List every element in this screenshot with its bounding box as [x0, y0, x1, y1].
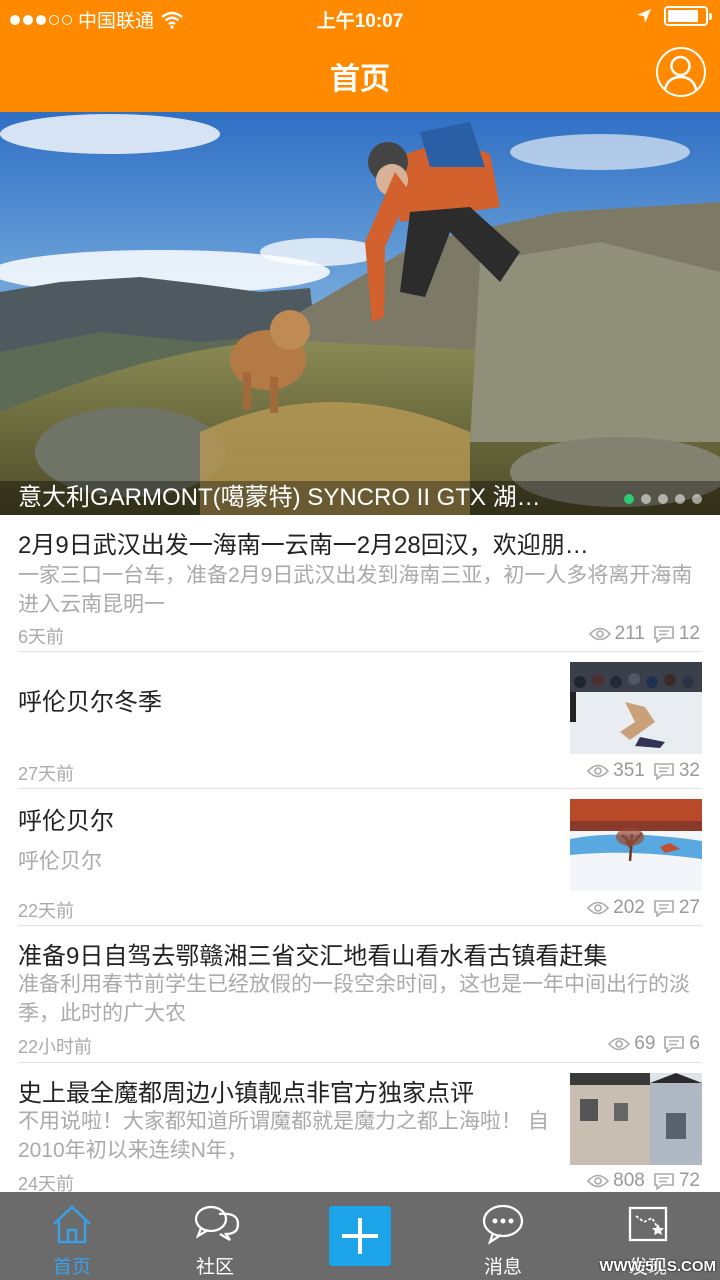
- tab-messages[interactable]: 消息: [453, 1192, 553, 1280]
- post-stats: 69 6: [608, 1033, 700, 1055]
- pager-dot[interactable]: [658, 494, 668, 504]
- view-count: 351: [613, 760, 645, 781]
- post-title: 准备9日自驾去鄂赣湘三省交汇地看山看水看古镇看赶集: [18, 943, 608, 970]
- tab-community-label: 社区: [195, 1257, 234, 1278]
- profile-avatar-button[interactable]: [656, 47, 706, 97]
- list-item[interactable]: 2月9日武汉出发一海南一云南一2月28回汉，欢迎朋… 一家三口一台车，准备2月9…: [18, 515, 702, 652]
- tab-home-label: 首页: [52, 1257, 91, 1278]
- list-item[interactable]: 准备9日自驾去鄂赣湘三省交汇地看山看水看古镇看赶集 准备利用春节前学生已经放假的…: [18, 926, 702, 1063]
- post-stats: 211 12: [588, 623, 700, 645]
- pager-dot[interactable]: [692, 494, 702, 504]
- top-header: 中国联通 上午10:07 首页: [0, 0, 720, 112]
- view-count: 69: [634, 1033, 656, 1054]
- pager-dot[interactable]: [675, 494, 685, 504]
- post-feed[interactable]: 2月9日武汉出发一海南一云南一2月28回汉，欢迎朋… 一家三口一台车，准备2月9…: [0, 515, 720, 1192]
- banner-caption: 意大利GARMONT(噶蒙特) SYNCRO II GTX 湖…: [0, 481, 720, 515]
- watermark: WWW.5ILS.COM: [599, 1258, 716, 1275]
- post-stats: 351 32: [587, 760, 700, 782]
- banner-pager[interactable]: [624, 494, 702, 504]
- user-icon: [662, 55, 699, 95]
- comment-icon: [654, 763, 674, 780]
- comment-icon: [654, 626, 674, 643]
- comment-icon: [654, 900, 674, 917]
- battery-icon: [664, 6, 712, 26]
- post-time: 24天前: [18, 1174, 75, 1192]
- page-title: 首页: [330, 63, 390, 96]
- tab-home[interactable]: 首页: [22, 1192, 122, 1280]
- banner-carousel[interactable]: 意大利GARMONT(噶蒙特) SYNCRO II GTX 湖…: [0, 112, 720, 515]
- comment-count: 72: [678, 1170, 700, 1191]
- view-count: 202: [613, 897, 645, 918]
- post-desc: 准备利用春节前学生已经放假的一段空余时间，这也是一年中间出行的淡季，此时的广大农: [18, 973, 690, 1025]
- location-arrow-icon: [637, 9, 651, 23]
- plus-icon: [342, 1218, 378, 1254]
- status-right: [636, 6, 712, 26]
- map-icon: [628, 1206, 668, 1242]
- post-time: 6天前: [18, 627, 65, 647]
- eye-icon: [588, 627, 611, 641]
- post-stats: 202 27: [587, 897, 700, 919]
- add-post-button[interactable]: [329, 1206, 391, 1266]
- post-desc: 不用说啦！大家都知道所谓魔都就是魔力之都上海啦！ 自2010年初以来连续N年，: [18, 1110, 549, 1162]
- tab-messages-label: 消息: [483, 1257, 522, 1278]
- bottom-tab-bar: 首页 社区 消息 发现 WWW.5ILS.COM: [0, 1192, 720, 1280]
- post-desc: [18, 722, 548, 751]
- list-item[interactable]: 呼伦贝尔 呼伦贝尔 22天前 202 27: [18, 789, 702, 926]
- eye-icon: [587, 901, 610, 915]
- post-title: 2月9日武汉出发一海南一云南一2月28回汉，欢迎朋…: [18, 532, 589, 559]
- comment-count: 6: [689, 1033, 700, 1054]
- comment-icon: [664, 1036, 685, 1053]
- message-icon: [482, 1204, 524, 1245]
- post-thumbnail: [570, 799, 702, 891]
- home-icon: [53, 1205, 91, 1244]
- comment-count: 32: [678, 760, 700, 781]
- post-time: 22天前: [18, 901, 75, 921]
- status-bar: 中国联通 上午10:07: [0, 0, 720, 36]
- post-title: 史上最全魔都周边小镇靓点非官方独家点评: [18, 1080, 474, 1107]
- comment-icon: [654, 1173, 674, 1190]
- post-stats: 808 72: [587, 1170, 700, 1192]
- post-desc: 呼伦贝尔: [18, 850, 102, 873]
- banner-image: [0, 112, 720, 515]
- comment-count: 12: [678, 623, 700, 644]
- eye-icon: [587, 764, 610, 778]
- list-item[interactable]: 呼伦贝尔冬季 27天前 351 32: [18, 652, 702, 789]
- post-title: 呼伦贝尔冬季: [18, 689, 162, 716]
- list-item[interactable]: 史上最全魔都周边小镇靓点非官方独家点评 不用说啦！大家都知道所谓魔都就是魔力之都…: [18, 1063, 702, 1192]
- post-desc: 一家三口一台车，准备2月9日武汉出发到海南三亚，初一人多将离开海南进入云南昆明一: [18, 564, 693, 616]
- view-count: 211: [614, 623, 645, 644]
- post-title: 呼伦贝尔: [18, 808, 114, 835]
- pager-dot[interactable]: [641, 494, 651, 504]
- view-count: 808: [613, 1170, 645, 1191]
- eye-icon: [608, 1037, 631, 1051]
- post-time: 27天前: [18, 764, 75, 784]
- pager-dot[interactable]: [624, 494, 634, 504]
- tab-community[interactable]: 社区: [165, 1192, 265, 1280]
- eye-icon: [587, 1174, 610, 1188]
- post-time: 22小时前: [18, 1037, 93, 1057]
- chat-bubbles-icon: [194, 1205, 240, 1241]
- post-thumbnail: [570, 662, 702, 754]
- post-thumbnail: [570, 1073, 702, 1165]
- status-time: 上午10:07: [316, 11, 404, 32]
- comment-count: 27: [678, 897, 700, 918]
